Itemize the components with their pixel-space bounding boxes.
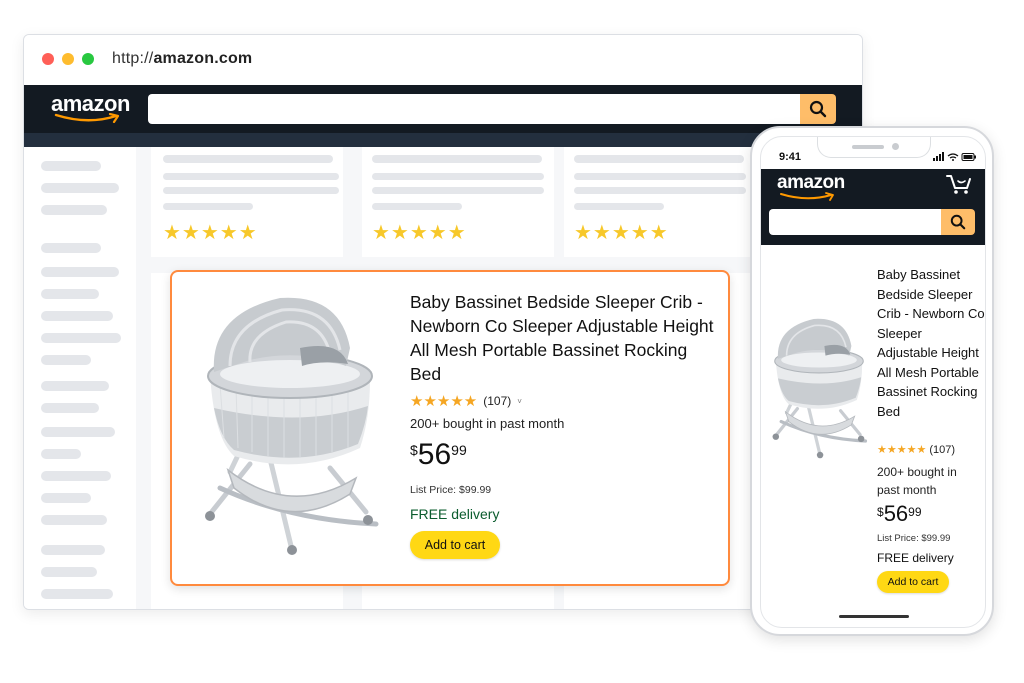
sidebar-skeleton-line <box>41 427 115 437</box>
sidebar-skeleton-line <box>41 471 111 481</box>
speaker-grille <box>852 145 884 149</box>
status-icons <box>933 152 976 161</box>
product-card-placeholder[interactable]: ★★★★★ <box>151 147 343 257</box>
featured-product-card[interactable]: Baby Bassinet Bedside Sleeper Crib - New… <box>170 270 730 586</box>
sidebar-skeleton-line <box>41 333 121 343</box>
browser-titlebar: http://amazon.com <box>24 35 862 85</box>
card-skeleton-line <box>574 187 746 194</box>
phone-screen: 9:41 amazon Baby Bassinet Bedside Sleepe… <box>760 136 986 628</box>
price-fraction: 99 <box>451 442 467 458</box>
sidebar-skeleton-line <box>41 161 101 171</box>
card-skeleton-line <box>574 155 744 163</box>
sidebar-skeleton-line <box>41 243 101 253</box>
amazon-smile-icon <box>54 113 120 123</box>
card-skeleton-line <box>163 155 333 163</box>
price-whole: 56 <box>883 501 909 526</box>
card-skeleton-line <box>163 187 339 194</box>
url-domain: amazon.com <box>153 50 253 67</box>
sidebar-skeleton-line <box>41 545 105 555</box>
add-to-cart-button[interactable]: Add to cart <box>877 571 949 593</box>
phone-mockup: 9:41 amazon Baby Bassinet Bedside Sleepe… <box>750 126 994 636</box>
card-skeleton-line <box>574 203 664 210</box>
amazon-navbar: amazon <box>24 85 862 133</box>
search-icon <box>950 214 966 230</box>
product-title[interactable]: Baby Bassinet Bedside Sleeper Crib - New… <box>410 290 722 386</box>
minimize-window-icon[interactable] <box>62 53 74 65</box>
delivery-info: FREE delivery <box>877 551 954 565</box>
amazon-logo[interactable]: amazon <box>777 172 845 194</box>
review-count[interactable]: (107) <box>929 444 955 456</box>
price-fraction: 99 <box>908 505 922 519</box>
card-skeleton-line <box>372 155 542 163</box>
sidebar-skeleton-line <box>41 355 91 365</box>
amazon-smile-icon <box>780 192 834 201</box>
maximize-window-icon[interactable] <box>82 53 94 65</box>
card-rating-stars: ★★★★★ <box>163 222 258 244</box>
bassinet-product-image[interactable] <box>190 288 390 560</box>
search-input[interactable] <box>148 94 800 124</box>
card-skeleton-line <box>574 173 746 180</box>
phone-navbar: amazon <box>761 169 985 245</box>
status-time: 9:41 <box>779 151 802 163</box>
close-window-icon[interactable] <box>42 53 54 65</box>
sidebar-skeleton-line <box>41 515 107 525</box>
delivery-info: FREE delivery <box>410 506 500 522</box>
address-bar[interactable]: http://amazon.com <box>112 50 252 68</box>
amazon-subnav <box>24 133 862 147</box>
url-protocol: http:// <box>112 50 154 67</box>
sidebar-skeleton-line <box>41 381 109 391</box>
product-rating[interactable]: ★★★★★ (107) <box>877 443 955 457</box>
price-whole: 56 <box>417 438 452 471</box>
card-rating-stars: ★★★★★ <box>372 222 467 244</box>
rating-stars: ★★★★★ <box>410 393 478 410</box>
product-title[interactable]: Baby Bassinet Bedside Sleeper Crib - New… <box>877 265 985 421</box>
sidebar-skeleton-line <box>41 289 99 299</box>
add-to-cart-button[interactable]: Add to cart <box>410 531 500 559</box>
sidebar-skeleton-line <box>41 183 119 193</box>
rating-stars: ★★★★★ <box>877 444 927 456</box>
card-skeleton-line <box>163 203 253 210</box>
sidebar-skeleton-line <box>41 205 107 215</box>
card-skeleton-line <box>372 187 544 194</box>
card-skeleton-line <box>163 173 339 180</box>
cart-icon[interactable] <box>945 173 973 195</box>
bassinet-product-image[interactable] <box>765 309 873 465</box>
list-price: List Price: $99.99 <box>410 484 492 496</box>
card-skeleton-line <box>372 173 544 180</box>
price-currency: $ <box>877 505 884 519</box>
sidebar-placeholder <box>24 147 136 609</box>
bought-count: 200+ bought in past month <box>877 465 957 497</box>
phone-notch <box>817 137 931 158</box>
search-button[interactable] <box>941 209 975 235</box>
search-icon <box>809 100 827 118</box>
product-price: $5699 <box>410 438 467 472</box>
card-rating-stars: ★★★★★ <box>574 222 669 244</box>
home-indicator[interactable] <box>839 615 909 618</box>
price-currency: $ <box>410 442 418 458</box>
bought-count: 200+ bought in past month <box>410 416 565 431</box>
product-rating[interactable]: ★★★★★ (107) ˅ <box>410 392 522 410</box>
search-input[interactable] <box>769 209 941 235</box>
card-skeleton-line <box>372 203 462 210</box>
sidebar-skeleton-line <box>41 449 81 459</box>
product-price: $5699 <box>877 501 922 527</box>
product-card-placeholder[interactable]: ★★★★★ <box>564 147 756 257</box>
search-button[interactable] <box>800 94 836 124</box>
review-count[interactable]: (107) <box>483 394 511 408</box>
sidebar-skeleton-line <box>41 403 99 413</box>
list-price: List Price: $99.99 <box>877 533 951 544</box>
sidebar-skeleton-line <box>41 311 113 321</box>
camera-icon <box>892 143 899 150</box>
sidebar-skeleton-line <box>41 567 97 577</box>
product-card-placeholder[interactable]: ★★★★★ <box>362 147 554 257</box>
sidebar-skeleton-line <box>41 589 113 599</box>
chevron-down-icon[interactable]: ˅ <box>517 397 522 406</box>
sidebar-skeleton-line <box>41 267 119 277</box>
sidebar-skeleton-line <box>41 493 91 503</box>
